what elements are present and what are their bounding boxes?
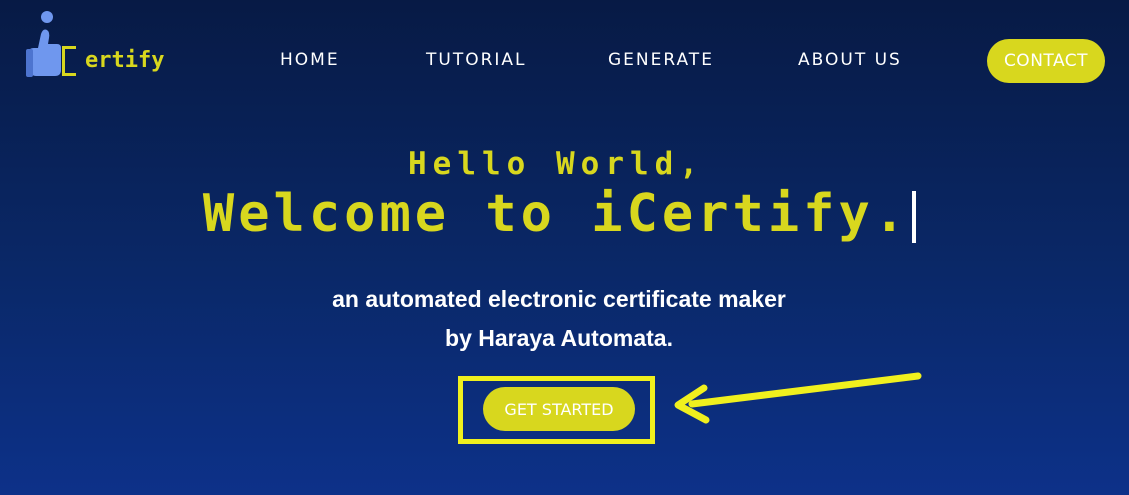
hero-subtitle-line1: an automated electronic certificate make… xyxy=(332,286,786,312)
logo-text: ertify xyxy=(85,48,165,73)
hero-headline: Welcome to iCertify. xyxy=(202,184,910,244)
nav-tutorial[interactable]: TUTORIAL xyxy=(426,50,527,70)
brand-logo[interactable]: ertify xyxy=(24,10,164,85)
contact-button[interactable]: CONTACT xyxy=(987,39,1105,83)
nav-generate[interactable]: GENERATE xyxy=(608,50,714,70)
typing-cursor xyxy=(912,191,916,243)
arrow-icon xyxy=(674,372,922,424)
hero-greeting: Hello World, xyxy=(408,146,704,182)
logo-bracket xyxy=(62,46,76,76)
get-started-button[interactable]: GET STARTED xyxy=(483,387,635,431)
hero-subtitle-line2: by Haraya Automata. xyxy=(445,325,673,351)
nav-about-us[interactable]: ABOUT US xyxy=(798,50,902,70)
nav-home[interactable]: HOME xyxy=(280,50,340,70)
